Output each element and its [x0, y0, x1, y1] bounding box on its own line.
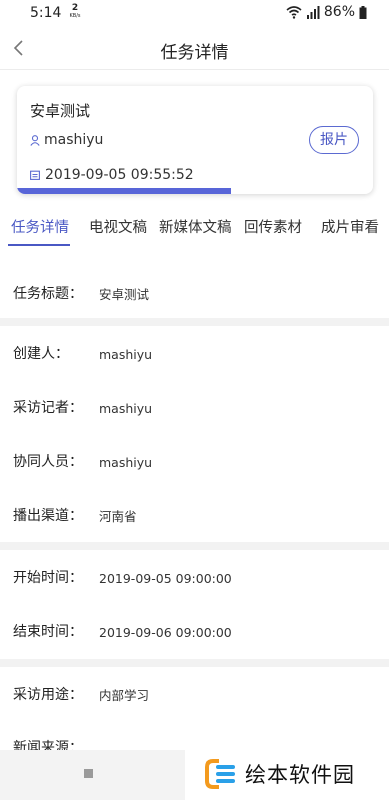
reporter-label: 采访记者： [13, 400, 83, 416]
section-divider [0, 542, 389, 550]
watermark-logo-icon [205, 759, 235, 789]
detail-row-purpose: 采访用途： 内部学习 [0, 685, 389, 739]
task-progress-bar [17, 188, 231, 194]
task-created-datetime: 2019-09-05 09:55:52 [45, 167, 194, 183]
tab-final-review[interactable]: 成片审看 [321, 216, 379, 237]
network-speed-value: 2 [71, 3, 79, 13]
creator-value: mashiyu [99, 347, 153, 362]
report-button[interactable]: 报片 [309, 126, 359, 154]
detail-row-channel: 播出渠道： 河南省 [0, 506, 389, 560]
tab-task-details[interactable]: 任务详情 [11, 216, 69, 237]
channel-label: 播出渠道： [13, 508, 83, 524]
task-owner: mashiyu [30, 132, 103, 148]
title-bar: 任务详情 [0, 28, 389, 70]
collaborators-label: 协同人员： [13, 454, 83, 470]
start-time-label: 开始时间： [13, 570, 83, 586]
channel-value: 河南省 [99, 509, 137, 524]
detail-row-task-title: 任务标题： 安卓测试 [0, 284, 389, 338]
tab-new-media-script[interactable]: 新媒体文稿 [159, 216, 232, 237]
start-time-value: 2019-09-05 09:00:00 [99, 571, 232, 586]
end-time-label: 结束时间： [13, 624, 83, 640]
detail-tabs: 任务详情 电视文稿 新媒体文稿 回传素材 成片审看 [0, 216, 389, 254]
network-speed-unit: KB/s [69, 13, 81, 19]
active-tab-indicator [8, 244, 70, 246]
reporter-value: mashiyu [99, 401, 153, 416]
creator-label: 创建人： [13, 346, 69, 362]
task-created-time: 2019-09-05 09:55:52 [30, 167, 194, 183]
task-title-label: 任务标题： [13, 286, 83, 302]
detail-row-collaborators: 协同人员： mashiyu [0, 452, 389, 506]
end-time-value: 2019-09-06 09:00:00 [99, 625, 232, 640]
user-icon [30, 134, 40, 146]
collaborators-value: mashiyu [99, 455, 153, 470]
calendar-icon [30, 170, 40, 180]
detail-row-start-time: 开始时间： 2019-09-05 09:00:00 [0, 568, 389, 622]
wifi-icon [286, 6, 302, 19]
watermark-text: 绘本软件园 [245, 763, 355, 787]
detail-row-creator: 创建人： mashiyu [0, 344, 389, 398]
detail-row-reporter: 采访记者： mashiyu [0, 398, 389, 452]
section-divider [0, 318, 389, 326]
task-title-value: 安卓测试 [99, 287, 150, 302]
detail-row-end-time: 结束时间： 2019-09-06 09:00:00 [0, 622, 389, 676]
network-speed: 2 KB/s [68, 4, 82, 20]
page-title: 任务详情 [160, 43, 229, 63]
status-bar: 5:14 2 KB/s 86% [0, 0, 389, 28]
battery-icon [359, 5, 367, 19]
purpose-value: 内部学习 [99, 688, 150, 703]
task-owner-name: mashiyu [44, 132, 104, 148]
watermark: 绘本软件园 [185, 748, 389, 800]
signal-icon [306, 5, 320, 19]
section-divider [0, 659, 389, 667]
task-summary-card: 安卓测试 mashiyu 2019-09-05 09:55:52 报片 [17, 86, 373, 194]
status-time: 5:14 [30, 5, 62, 21]
task-name: 安卓测试 [30, 102, 91, 120]
status-indicators: 86% [286, 4, 367, 20]
tab-tv-script[interactable]: 电视文稿 [89, 216, 147, 237]
tab-returned-material[interactable]: 回传素材 [244, 216, 302, 237]
recent-apps-icon[interactable] [84, 769, 93, 778]
purpose-label: 采访用途： [13, 687, 83, 703]
battery-percent: 86% [323, 4, 355, 20]
